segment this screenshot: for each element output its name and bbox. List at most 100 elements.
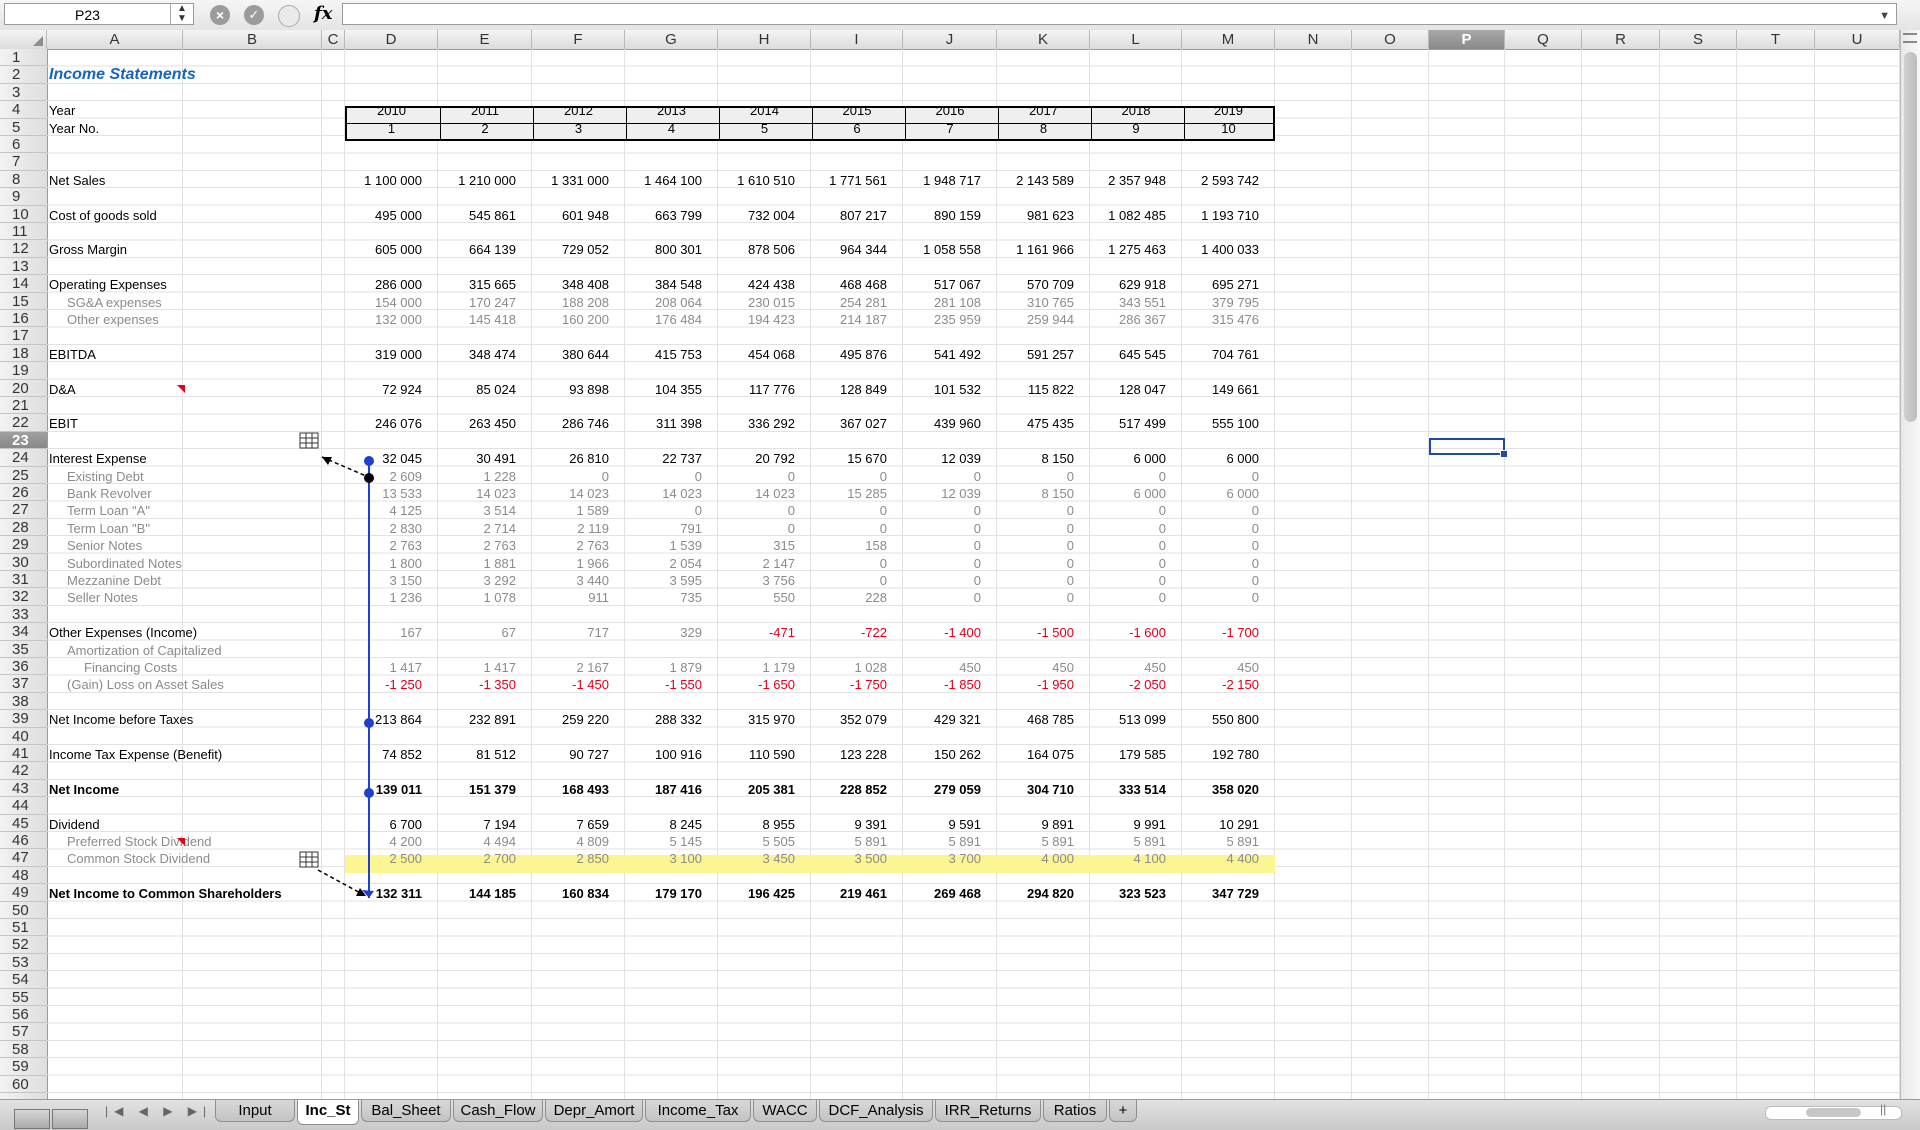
cell-k30[interactable]: 0: [997, 555, 1074, 572]
cell-f10[interactable]: 601 948: [532, 207, 609, 224]
cell-f45[interactable]: 7 659: [532, 816, 609, 833]
cell-i10[interactable]: 807 217: [811, 207, 887, 224]
cell-l49[interactable]: 323 523: [1090, 885, 1166, 902]
column-header-o[interactable]: O: [1352, 30, 1429, 49]
cell-e10[interactable]: 545 861: [438, 207, 516, 224]
cell-l29[interactable]: 0: [1090, 537, 1166, 554]
cell-k10[interactable]: 981 623: [997, 207, 1074, 224]
cell-m32[interactable]: 0: [1182, 589, 1259, 606]
cell-g30[interactable]: 2 054: [625, 555, 702, 572]
label-row-34[interactable]: Other Expenses (Income): [49, 624, 349, 641]
sheet-tab-input[interactable]: Input: [215, 1100, 295, 1122]
cell-e47[interactable]: 2 700: [438, 850, 516, 867]
cell-d30[interactable]: 1 800: [345, 555, 422, 572]
cell-g22[interactable]: 311 398: [625, 415, 702, 432]
row-header-41[interactable]: 41: [0, 745, 47, 763]
cell-l30[interactable]: 0: [1090, 555, 1166, 572]
cell-g37[interactable]: -1 550: [625, 676, 702, 693]
cell-h30[interactable]: 2 147: [718, 555, 795, 572]
cell-g28[interactable]: 791: [625, 520, 702, 537]
cell-e41[interactable]: 81 512: [438, 746, 516, 763]
cell-m43[interactable]: 358 020: [1182, 781, 1259, 798]
cell-g14[interactable]: 384 548: [625, 276, 702, 293]
label-row-8[interactable]: Net Sales: [49, 172, 349, 189]
cell-g10[interactable]: 663 799: [625, 207, 702, 224]
cell-l22[interactable]: 517 499: [1090, 415, 1166, 432]
cell-d28[interactable]: 2 830: [345, 520, 422, 537]
cell-e46[interactable]: 4 494: [438, 833, 516, 850]
row-header-2[interactable]: 2: [0, 66, 47, 84]
row-header-9[interactable]: 9: [0, 188, 47, 206]
column-header-i[interactable]: I: [811, 30, 903, 49]
cell-k43[interactable]: 304 710: [997, 781, 1074, 798]
row-header-4[interactable]: 4: [0, 101, 47, 119]
formula-input[interactable]: ▼: [342, 3, 1897, 25]
label-row-36[interactable]: Financing Costs: [84, 659, 384, 676]
sheet-tab-income-tax[interactable]: Income_Tax: [645, 1100, 751, 1122]
cell-m15[interactable]: 379 795: [1182, 294, 1259, 311]
cell-d22[interactable]: 246 076: [345, 415, 422, 432]
label-row-45[interactable]: Dividend: [49, 816, 349, 833]
cell-m14[interactable]: 695 271: [1182, 276, 1259, 293]
cell-h26[interactable]: 14 023: [718, 485, 795, 502]
year-2014[interactable]: 2014: [718, 102, 811, 119]
cell-d18[interactable]: 319 000: [345, 346, 422, 363]
year-2013[interactable]: 2013: [625, 102, 718, 119]
row-header-5[interactable]: 5: [0, 119, 47, 136]
cell-e34[interactable]: 67: [438, 624, 516, 641]
cell-i29[interactable]: 158: [811, 537, 887, 554]
row-header-39[interactable]: 39: [0, 710, 47, 728]
function-wizard-icon[interactable]: [278, 5, 300, 27]
cell-m12[interactable]: 1 400 033: [1182, 241, 1259, 258]
cell-m39[interactable]: 550 800: [1182, 711, 1259, 728]
cell-m26[interactable]: 6 000: [1182, 485, 1259, 502]
cell-h14[interactable]: 424 438: [718, 276, 795, 293]
cell-e39[interactable]: 232 891: [438, 711, 516, 728]
cell-m16[interactable]: 315 476: [1182, 311, 1259, 328]
cell-d8[interactable]: 1 100 000: [345, 172, 422, 189]
row-header-51[interactable]: 51: [0, 919, 47, 937]
cell-k28[interactable]: 0: [997, 520, 1074, 537]
column-header-n[interactable]: N: [1275, 30, 1352, 49]
cell-j16[interactable]: 235 959: [903, 311, 981, 328]
cell-f39[interactable]: 259 220: [532, 711, 609, 728]
year-no-9[interactable]: 9: [1090, 120, 1182, 137]
cell-l20[interactable]: 128 047: [1090, 381, 1166, 398]
cell-g20[interactable]: 104 355: [625, 381, 702, 398]
sheet-tab-bal-sheet[interactable]: Bal_Sheet: [361, 1100, 451, 1122]
cell-e32[interactable]: 1 078: [438, 589, 516, 606]
row-header-24[interactable]: 24: [0, 449, 47, 467]
cell-e12[interactable]: 664 139: [438, 241, 516, 258]
cell-i30[interactable]: 0: [811, 555, 887, 572]
comment-indicator-preferred-dividend[interactable]: [177, 838, 185, 846]
row-header-44[interactable]: 44: [0, 797, 47, 815]
row-header-31[interactable]: 31: [0, 571, 47, 589]
label-row-16[interactable]: Other expenses: [67, 311, 367, 328]
cell-k31[interactable]: 0: [997, 572, 1074, 589]
row-header-53[interactable]: 53: [0, 954, 47, 972]
row-header-19[interactable]: 19: [0, 362, 47, 380]
cell-f47[interactable]: 2 850: [532, 850, 609, 867]
cell-j45[interactable]: 9 591: [903, 816, 981, 833]
cell-e28[interactable]: 2 714: [438, 520, 516, 537]
normal-view-icon[interactable]: [14, 1109, 50, 1129]
column-header-l[interactable]: L: [1090, 30, 1182, 49]
cell-j41[interactable]: 150 262: [903, 746, 981, 763]
cell-i47[interactable]: 3 500: [811, 850, 887, 867]
cell-i16[interactable]: 214 187: [811, 311, 887, 328]
select-all-corner[interactable]: [0, 30, 47, 49]
cell-j8[interactable]: 1 948 717: [903, 172, 981, 189]
year-2017[interactable]: 2017: [997, 102, 1090, 119]
cell-d27[interactable]: 4 125: [345, 502, 422, 519]
row-header-20[interactable]: 20: [0, 380, 47, 397]
cell-g18[interactable]: 415 753: [625, 346, 702, 363]
cell-j12[interactable]: 1 058 558: [903, 241, 981, 258]
cell-j24[interactable]: 12 039: [903, 450, 981, 467]
cell-g41[interactable]: 100 916: [625, 746, 702, 763]
column-header-b[interactable]: B: [183, 30, 322, 49]
label-row-46[interactable]: Preferred Stock Dividend: [67, 833, 367, 850]
cell-f8[interactable]: 1 331 000: [532, 172, 609, 189]
cell-m46[interactable]: 5 891: [1182, 833, 1259, 850]
label-row-43[interactable]: Net Income: [49, 781, 349, 798]
cell-m28[interactable]: 0: [1182, 520, 1259, 537]
